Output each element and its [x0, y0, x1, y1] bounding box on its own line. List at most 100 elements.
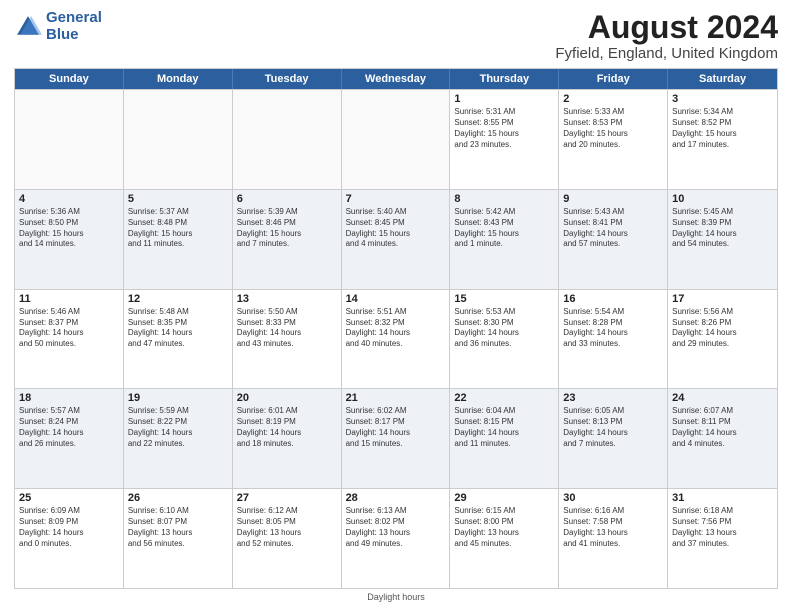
- day-info: Sunrise: 5:45 AM Sunset: 8:39 PM Dayligh…: [672, 207, 773, 250]
- day-info: Sunrise: 6:05 AM Sunset: 8:13 PM Dayligh…: [563, 406, 663, 449]
- calendar-row: 11 Sunrise: 5:46 AM Sunset: 8:37 PM Dayli…: [15, 289, 777, 389]
- day-number: 1: [454, 93, 554, 105]
- day-info: Sunrise: 5:51 AM Sunset: 8:32 PM Dayligh…: [346, 307, 446, 350]
- day-number: 29: [454, 492, 554, 504]
- calendar-row: 1 Sunrise: 5:31 AM Sunset: 8:55 PM Daylig…: [15, 89, 777, 189]
- day-info: Sunrise: 5:39 AM Sunset: 8:46 PM Dayligh…: [237, 207, 337, 250]
- day-info: Sunrise: 6:18 AM Sunset: 7:56 PM Dayligh…: [672, 506, 773, 549]
- day-number: 3: [672, 93, 773, 105]
- day-number: 15: [454, 293, 554, 305]
- day-number: 5: [128, 193, 228, 205]
- calendar-cell: 31 Sunrise: 6:18 AM Sunset: 7:56 PM Dayli…: [668, 489, 777, 588]
- day-info: Sunrise: 5:31 AM Sunset: 8:55 PM Dayligh…: [454, 107, 554, 150]
- calendar-cell: 24 Sunrise: 6:07 AM Sunset: 8:11 PM Dayli…: [668, 389, 777, 488]
- calendar-cell: [124, 90, 233, 189]
- calendar-cell: 29 Sunrise: 6:15 AM Sunset: 8:00 PM Dayli…: [450, 489, 559, 588]
- weekday-header: Saturday: [668, 69, 777, 89]
- day-number: 6: [237, 193, 337, 205]
- weekday-header: Sunday: [15, 69, 124, 89]
- day-number: 28: [346, 492, 446, 504]
- calendar-cell: 21Sunrise: 6:02 AM Sunset: 8:17 PM Dayli…: [342, 389, 451, 488]
- calendar-cell: 17Sunrise: 5:56 AM Sunset: 8:26 PM Dayli…: [668, 290, 777, 389]
- day-number: 2: [563, 93, 663, 105]
- calendar-cell: 13Sunrise: 5:50 AM Sunset: 8:33 PM Dayli…: [233, 290, 342, 389]
- calendar-cell: 20 Sunrise: 6:01 AM Sunset: 8:19 PM Dayli…: [233, 389, 342, 488]
- day-number: 26: [128, 492, 228, 504]
- calendar: SundayMondayTuesdayWednesdayThursdayFrid…: [14, 68, 778, 589]
- weekday-header: Wednesday: [342, 69, 451, 89]
- calendar-cell: 7 Sunrise: 5:40 AM Sunset: 8:45 PM Daylig…: [342, 190, 451, 289]
- day-info: Sunrise: 6:16 AM Sunset: 7:58 PM Dayligh…: [563, 506, 663, 549]
- calendar-cell: 10 Sunrise: 5:45 AM Sunset: 8:39 PM Dayli…: [668, 190, 777, 289]
- day-info: Sunrise: 5:37 AM Sunset: 8:48 PM Dayligh…: [128, 207, 228, 250]
- day-number: 19: [128, 392, 228, 404]
- logo-line1: General: [46, 10, 102, 27]
- calendar-body: 1 Sunrise: 5:31 AM Sunset: 8:55 PM Daylig…: [15, 89, 777, 588]
- calendar-cell: 14 Sunrise: 5:51 AM Sunset: 8:32 PM Dayli…: [342, 290, 451, 389]
- logo-line2: Blue: [46, 27, 102, 44]
- day-number: 14: [346, 293, 446, 305]
- day-info: Sunrise: 5:33 AM Sunset: 8:53 PM Dayligh…: [563, 107, 663, 150]
- calendar-cell: 11 Sunrise: 5:46 AM Sunset: 8:37 PM Dayli…: [15, 290, 124, 389]
- calendar-cell: 5 Sunrise: 5:37 AM Sunset: 8:48 PM Daylig…: [124, 190, 233, 289]
- day-info: Sunrise: 6:07 AM Sunset: 8:11 PM Dayligh…: [672, 406, 773, 449]
- calendar-cell: [15, 90, 124, 189]
- title-block: August 2024 Fyfield, England, United Kin…: [555, 10, 778, 62]
- day-info: Sunrise: 6:12 AM Sunset: 8:05 PM Dayligh…: [237, 506, 337, 549]
- day-info: Sunrise: 5:48 AM Sunset: 8:35 PM Dayligh…: [128, 307, 228, 350]
- day-info: Sunrise: 6:02 AM Sunset: 8:17 PM Dayligh…: [346, 406, 446, 449]
- day-info: Sunrise: 6:04 AM Sunset: 8:15 PM Dayligh…: [454, 406, 554, 449]
- day-number: 23: [563, 392, 663, 404]
- calendar-cell: 15Sunrise: 5:53 AM Sunset: 8:30 PM Dayli…: [450, 290, 559, 389]
- day-number: 20: [237, 392, 337, 404]
- calendar-cell: 3Sunrise: 5:34 AM Sunset: 8:52 PM Daylig…: [668, 90, 777, 189]
- weekday-header: Monday: [124, 69, 233, 89]
- day-info: Sunrise: 6:01 AM Sunset: 8:19 PM Dayligh…: [237, 406, 337, 449]
- weekday-header: Tuesday: [233, 69, 342, 89]
- day-number: 10: [672, 193, 773, 205]
- day-number: 8: [454, 193, 554, 205]
- calendar-cell: 19 Sunrise: 5:59 AM Sunset: 8:22 PM Dayli…: [124, 389, 233, 488]
- calendar-cell: 18Sunrise: 5:57 AM Sunset: 8:24 PM Dayli…: [15, 389, 124, 488]
- day-number: 17: [672, 293, 773, 305]
- day-number: 11: [19, 293, 119, 305]
- calendar-cell: 30 Sunrise: 6:16 AM Sunset: 7:58 PM Dayli…: [559, 489, 668, 588]
- day-info: Sunrise: 5:59 AM Sunset: 8:22 PM Dayligh…: [128, 406, 228, 449]
- calendar-row: 4Sunrise: 5:36 AM Sunset: 8:50 PM Daylig…: [15, 189, 777, 289]
- day-number: 9: [563, 193, 663, 205]
- logo: General Blue: [14, 10, 102, 43]
- calendar-cell: 26Sunrise: 6:10 AM Sunset: 8:07 PM Dayli…: [124, 489, 233, 588]
- day-info: Sunrise: 5:46 AM Sunset: 8:37 PM Dayligh…: [19, 307, 119, 350]
- calendar-cell: 9Sunrise: 5:43 AM Sunset: 8:41 PM Daylig…: [559, 190, 668, 289]
- calendar-cell: 2 Sunrise: 5:33 AM Sunset: 8:53 PM Daylig…: [559, 90, 668, 189]
- logo-text: General Blue: [46, 10, 102, 43]
- day-number: 22: [454, 392, 554, 404]
- calendar-cell: 16Sunrise: 5:54 AM Sunset: 8:28 PM Dayli…: [559, 290, 668, 389]
- calendar-cell: 6 Sunrise: 5:39 AM Sunset: 8:46 PM Daylig…: [233, 190, 342, 289]
- day-number: 13: [237, 293, 337, 305]
- logo-icon: [14, 13, 42, 41]
- calendar-cell: 4Sunrise: 5:36 AM Sunset: 8:50 PM Daylig…: [15, 190, 124, 289]
- calendar-cell: 12Sunrise: 5:48 AM Sunset: 8:35 PM Dayli…: [124, 290, 233, 389]
- day-info: Sunrise: 6:15 AM Sunset: 8:00 PM Dayligh…: [454, 506, 554, 549]
- day-number: 7: [346, 193, 446, 205]
- day-info: Sunrise: 5:40 AM Sunset: 8:45 PM Dayligh…: [346, 207, 446, 250]
- calendar-cell: 22 Sunrise: 6:04 AM Sunset: 8:15 PM Dayli…: [450, 389, 559, 488]
- calendar-cell: 1 Sunrise: 5:31 AM Sunset: 8:55 PM Daylig…: [450, 90, 559, 189]
- day-number: 24: [672, 392, 773, 404]
- month-year: August 2024: [555, 10, 778, 45]
- calendar-cell: 25Sunrise: 6:09 AM Sunset: 8:09 PM Dayli…: [15, 489, 124, 588]
- day-info: Sunrise: 5:42 AM Sunset: 8:43 PM Dayligh…: [454, 207, 554, 250]
- page: General Blue August 2024 Fyfield, Englan…: [0, 0, 792, 612]
- day-info: Sunrise: 5:54 AM Sunset: 8:28 PM Dayligh…: [563, 307, 663, 350]
- calendar-row: 18Sunrise: 5:57 AM Sunset: 8:24 PM Dayli…: [15, 388, 777, 488]
- calendar-cell: 8 Sunrise: 5:42 AM Sunset: 8:43 PM Daylig…: [450, 190, 559, 289]
- weekday-header: Friday: [559, 69, 668, 89]
- calendar-cell: [342, 90, 451, 189]
- location: Fyfield, England, United Kingdom: [555, 45, 778, 62]
- day-number: 27: [237, 492, 337, 504]
- day-number: 30: [563, 492, 663, 504]
- calendar-cell: 27 Sunrise: 6:12 AM Sunset: 8:05 PM Dayli…: [233, 489, 342, 588]
- day-number: 4: [19, 193, 119, 205]
- day-number: 31: [672, 492, 773, 504]
